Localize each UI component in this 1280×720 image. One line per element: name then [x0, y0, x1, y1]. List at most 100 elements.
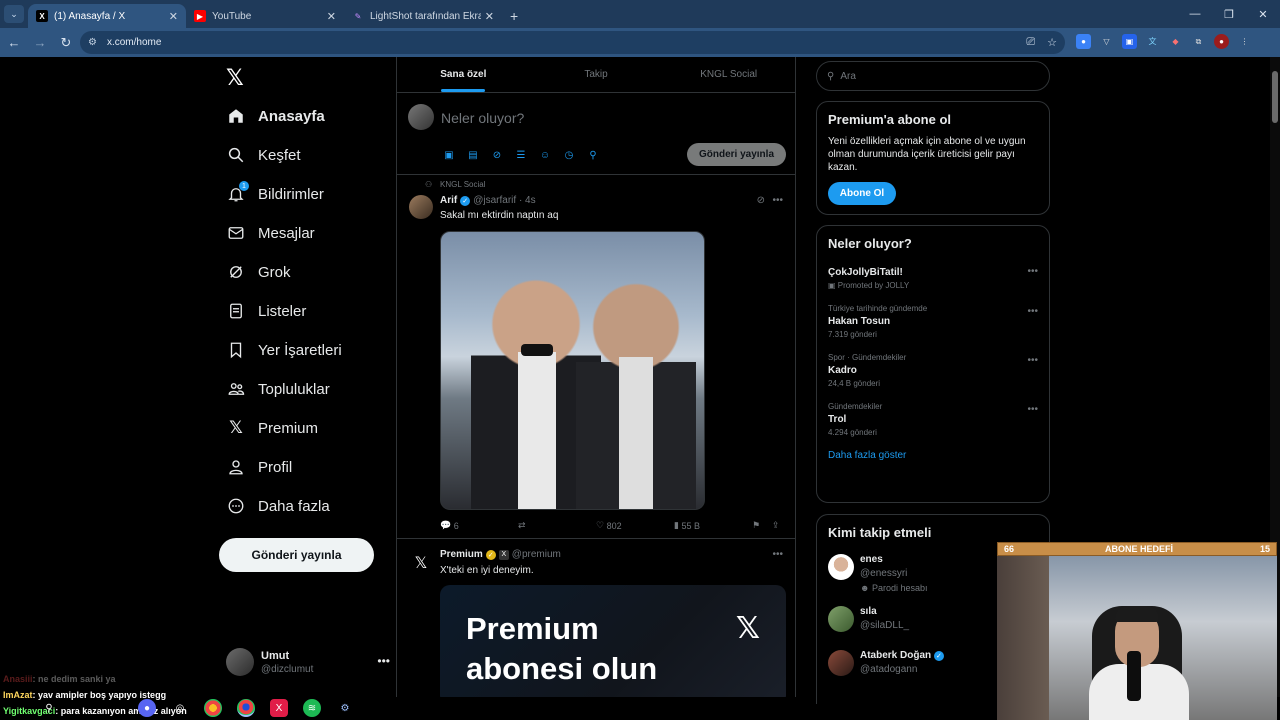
sidebar-item-more[interactable]: Daha fazla — [226, 493, 330, 519]
search-icon — [226, 145, 246, 165]
forward-icon[interactable]: → — [28, 35, 52, 50]
tweet-author-name[interactable]: Arif — [440, 195, 457, 206]
tab-title: (1) Anasayfa / X — [54, 10, 126, 22]
browser-tab-x[interactable]: X (1) Anasayfa / X ✕ — [28, 4, 186, 28]
sidebar-item-grok[interactable]: Grok — [226, 259, 291, 285]
extension-icon[interactable]: ◆ — [1168, 34, 1183, 49]
bookmark-star-icon[interactable]: ☆ — [1047, 36, 1057, 49]
close-window-icon[interactable]: ✕ — [1246, 0, 1280, 28]
extensions-puzzle-icon[interactable]: ⧉ — [1191, 34, 1206, 49]
minimize-icon[interactable]: — — [1178, 0, 1212, 28]
close-icon[interactable]: ✕ — [169, 10, 178, 23]
extension-icon[interactable]: ● — [1076, 34, 1091, 49]
compose-post-button[interactable]: Gönderi yayınla — [687, 143, 786, 166]
reload-icon[interactable]: ↻ — [54, 35, 78, 51]
more-icon[interactable]: ••• — [772, 195, 783, 206]
trend-item[interactable]: Gündemdekiler Trol 4.294 gönderi ••• — [817, 395, 1049, 444]
sidebar-item-messages[interactable]: Mesajlar — [226, 220, 315, 246]
close-icon[interactable]: ✕ — [327, 10, 336, 23]
goal-target: 15 — [1259, 544, 1270, 554]
back-icon[interactable]: ← — [2, 35, 26, 50]
sidebar-item-notifications[interactable]: 1 Bildirimler — [226, 181, 324, 207]
extension-icon[interactable]: ▣ — [1122, 34, 1137, 49]
tab-following[interactable]: Takip — [530, 57, 663, 92]
sidebar-item-bookmarks[interactable]: Yer İşaretleri — [226, 337, 342, 363]
browser-tab-youtube[interactable]: ▶ YouTube ✕ — [186, 4, 344, 28]
tweet-author-handle[interactable]: @jsarfarif · 4s — [473, 195, 535, 206]
grok-icon[interactable]: ⊘ — [490, 148, 504, 162]
tweet-context[interactable]: KNGL Social — [440, 180, 486, 189]
trend-item[interactable]: Spor · Gündemdekiler Kadro 24,4 B gönder… — [817, 346, 1049, 395]
translate-extension-icon[interactable]: 文 — [1145, 34, 1160, 49]
spotify-taskbar-icon[interactable]: ≋ — [303, 699, 321, 717]
views-button[interactable]: ▮ 55 B — [674, 520, 700, 531]
sidebar-item-communities[interactable]: Topluluklar — [226, 376, 330, 402]
tweet-image[interactable] — [440, 231, 705, 510]
tab-kngl-social[interactable]: KNGL Social — [662, 57, 795, 92]
repost-icon[interactable]: ⇄ — [518, 520, 526, 531]
more-icon[interactable]: ••• — [1027, 404, 1038, 415]
location-icon[interactable]: ⚲ — [586, 148, 600, 162]
url-text: x.com/home — [106, 37, 162, 48]
tweet[interactable]: 𝕏 Premium ✓ X @premium ••• X'teki en iyi… — [397, 539, 795, 697]
post-button[interactable]: Gönderi yayınla — [219, 538, 374, 572]
promo-headline: Premium abonesi olun — [466, 609, 657, 689]
more-icon[interactable]: ••• — [1027, 306, 1038, 317]
account-switcher[interactable]: Umut @dizclumut ••• — [226, 648, 390, 676]
browser-menu-icon[interactable]: ⋮ — [1237, 34, 1252, 49]
search-taskbar-icon[interactable]: ⚲ — [40, 699, 58, 717]
x-taskbar-icon[interactable]: X — [270, 699, 288, 717]
more-icon[interactable]: ••• — [1027, 266, 1038, 277]
more-icon[interactable]: ••• — [772, 549, 783, 560]
promo-card[interactable]: Premium abonesi olun 𝕏 — [440, 585, 786, 697]
trend-item[interactable]: Türkiye tarihinde gündemde Hakan Tosun 7… — [817, 297, 1049, 346]
address-bar[interactable]: ⚙ x.com/home ⎚ ☆ — [80, 31, 1065, 54]
reply-button[interactable]: 💬 6 — [440, 520, 459, 531]
sidebar-item-home[interactable]: Anasayfa — [226, 103, 325, 129]
bookmark-icon[interactable]: ⚑ — [752, 520, 760, 531]
more-icon[interactable]: ••• — [377, 654, 390, 668]
new-tab-button[interactable]: + — [510, 8, 518, 24]
sidebar-item-lists[interactable]: Listeler — [226, 298, 306, 324]
close-icon[interactable]: ✕ — [485, 10, 494, 23]
scrollbar-thumb[interactable] — [1272, 71, 1278, 123]
sidebar-item-profile[interactable]: Profil — [226, 454, 292, 480]
gif-icon[interactable]: ▤ — [466, 148, 480, 162]
x-logo-icon[interactable]: 𝕏 — [409, 551, 433, 575]
obs-taskbar-icon[interactable]: ◎ — [171, 699, 189, 717]
show-more-link[interactable]: Daha fazla göster — [828, 450, 1038, 461]
subscribe-button[interactable]: Abone Ol — [828, 182, 896, 205]
profile-avatar-icon[interactable]: ● — [1214, 34, 1229, 49]
emoji-icon[interactable]: ☺ — [538, 148, 552, 162]
extension-icon[interactable]: ▽ — [1099, 34, 1114, 49]
sidebar-item-explore[interactable]: Keşfet — [226, 142, 301, 168]
tweet-author-name[interactable]: Premium — [440, 549, 483, 560]
trend-item[interactable]: ÇokJollyBiTatil! ▣ Promoted by JOLLY ••• — [817, 257, 1049, 297]
x-logo-icon[interactable]: 𝕏 — [226, 65, 244, 91]
tweet-author-handle[interactable]: @premium — [512, 549, 561, 560]
more-icon[interactable]: ••• — [1027, 355, 1038, 366]
steam-taskbar-icon[interactable]: ⚙ — [336, 699, 354, 717]
image-icon[interactable]: ▣ — [442, 148, 456, 162]
tweet[interactable]: ⚇ KNGL Social Arif ✓ @jsarfarif · 4s ⊘ •… — [397, 175, 795, 539]
avatar[interactable] — [409, 195, 433, 219]
promo-line: abonesi olun — [466, 651, 658, 686]
chrome-active-taskbar-icon[interactable] — [237, 699, 255, 717]
search-input[interactable]: ⚲ Ara — [816, 61, 1050, 91]
install-app-icon[interactable]: ⎚ — [1026, 36, 1035, 49]
tab-for-you[interactable]: Sana özel — [397, 57, 530, 92]
chrome-taskbar-icon[interactable] — [204, 699, 222, 717]
discord-taskbar-icon[interactable]: ● — [138, 699, 156, 717]
sidebar-item-premium[interactable]: 𝕏 Premium — [226, 415, 318, 441]
suggestion-name: sıla — [860, 606, 877, 617]
poll-icon[interactable]: ☰ — [514, 148, 528, 162]
grok-icon[interactable]: ⊘ — [757, 195, 765, 206]
browser-tab-lightshot[interactable]: ✎ LightShot tarafından Ekran Gör ✕ — [344, 4, 502, 28]
restore-icon[interactable]: ❐ — [1212, 0, 1246, 28]
share-icon[interactable]: ⇪ — [772, 520, 780, 531]
tab-search-button[interactable]: ⌄ — [4, 5, 24, 23]
like-button[interactable]: ♡ 802 — [596, 520, 622, 531]
schedule-icon[interactable]: ◷ — [562, 148, 576, 162]
compose-input[interactable]: Neler oluyor? — [441, 110, 524, 126]
site-info-icon[interactable]: ⚙ — [88, 37, 97, 48]
